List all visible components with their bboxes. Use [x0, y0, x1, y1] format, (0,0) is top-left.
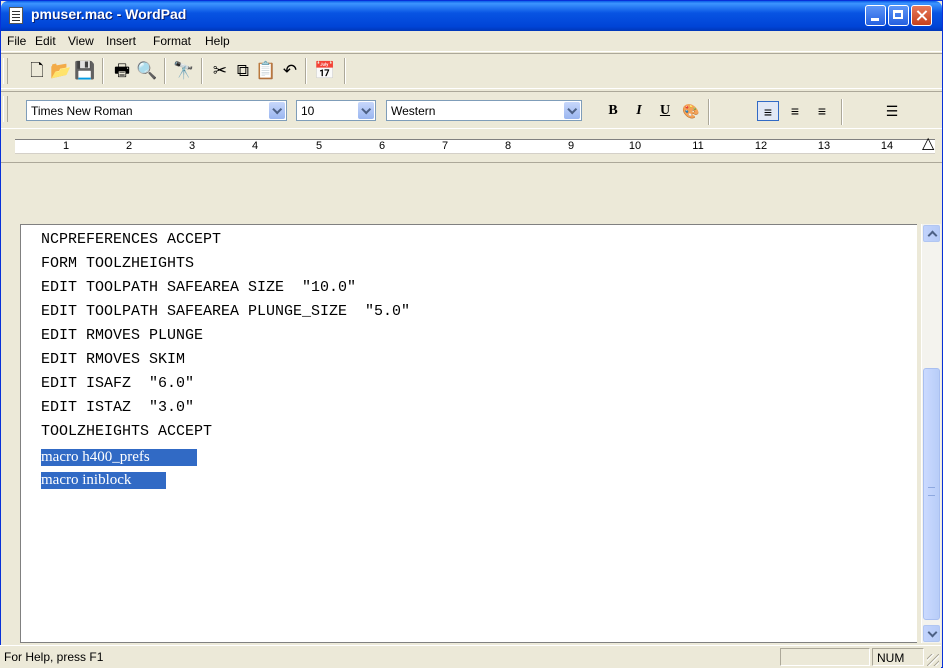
status-pane-num: NUM: [872, 648, 924, 666]
ruler-number: 14: [880, 140, 894, 152]
num-lock-indicator: NUM: [877, 651, 905, 665]
chevron-down-icon[interactable]: [564, 102, 580, 119]
menu-help[interactable]: Help: [205, 34, 230, 48]
ruler-number: 2: [125, 140, 133, 152]
new-icon[interactable]: 🗋: [26, 60, 48, 82]
find-icon[interactable]: 🔭: [173, 60, 195, 82]
underline-button[interactable]: U: [654, 101, 676, 121]
document-line[interactable]: TOOLZHEIGHTS ACCEPT: [41, 423, 212, 440]
chevron-down-icon[interactable]: [358, 102, 374, 119]
selected-line[interactable]: macro iniblock: [41, 472, 166, 489]
ruler-number: 13: [817, 140, 831, 152]
toolbar-separator: [708, 99, 710, 125]
ruler-number: 5: [315, 140, 323, 152]
menu-file[interactable]: File: [7, 34, 26, 48]
font-name-combo[interactable]: Times New Roman: [26, 100, 287, 121]
scroll-up-icon[interactable]: [923, 225, 940, 242]
font-name-value: Times New Roman: [31, 104, 133, 118]
ruler-number: 10: [628, 140, 642, 152]
bold-button[interactable]: B: [602, 101, 624, 121]
print-icon[interactable]: 🖶: [111, 60, 133, 82]
ruler-number: 6: [378, 140, 386, 152]
ruler[interactable]: ⧖ 1 2 3 4 5 6 7 8 9 10 11 12 13 14 △: [1, 129, 942, 163]
document-line[interactable]: EDIT TOOLPATH SAFEAREA PLUNGE_SIZE "5.0": [41, 303, 410, 320]
toolbar-separator: [344, 58, 346, 84]
menu-insert[interactable]: Insert: [106, 34, 136, 48]
bullets-icon[interactable]: ☰: [881, 101, 903, 121]
document-line[interactable]: FORM TOOLZHEIGHTS: [41, 255, 194, 272]
vertical-scrollbar[interactable]: [921, 224, 941, 643]
open-icon[interactable]: 📂: [50, 60, 72, 82]
document-line[interactable]: EDIT TOOLPATH SAFEAREA SIZE "10.0": [41, 279, 356, 296]
close-button[interactable]: [911, 5, 932, 26]
menu-format[interactable]: Format: [153, 34, 191, 48]
resize-grip-icon[interactable]: [927, 654, 939, 666]
chevron-down-icon[interactable]: [269, 102, 285, 119]
undo-icon[interactable]: ↶: [279, 60, 301, 82]
format-toolbar-grip[interactable]: [3, 96, 8, 122]
ruler-number: 4: [251, 140, 259, 152]
font-size-value: 10: [301, 104, 315, 118]
selected-line[interactable]: macro h400_prefs: [41, 449, 197, 466]
toolbar-grip[interactable]: [3, 58, 8, 84]
wordpad-app-icon[interactable]: [9, 7, 23, 24]
align-left-icon[interactable]: ≡: [757, 101, 779, 121]
minimize-button[interactable]: [865, 5, 886, 26]
menu-view[interactable]: View: [68, 34, 94, 48]
toolbar-separator: [201, 58, 203, 84]
font-size-combo[interactable]: 10: [296, 100, 376, 121]
ruler-strip[interactable]: 1 2 3 4 5 6 7 8 9 10 11 12 13 14: [15, 139, 935, 154]
toolbar-separator: [164, 58, 166, 84]
window-title: pmuser.mac - WordPad: [31, 6, 187, 22]
standard-toolbar: 🗋 📂 💾 🖶 🔍 🔭 ✂ ⧉ 📋 ↶ 📅: [1, 53, 942, 89]
document-line[interactable]: NCPREFERENCES ACCEPT: [41, 231, 221, 248]
right-indent-marker-icon[interactable]: △: [922, 136, 934, 152]
status-help-text: For Help, press F1: [4, 650, 104, 664]
format-toolbar: Times New Roman 10 Western B I U 🎨 ≡ ≡ ≡…: [1, 91, 942, 129]
document-line[interactable]: EDIT RMOVES SKIM: [41, 351, 185, 368]
ruler-number: 8: [504, 140, 512, 152]
toolbar-separator: [305, 58, 307, 84]
title-bar[interactable]: pmuser.mac - WordPad: [1, 1, 942, 31]
maximize-button[interactable]: [888, 5, 909, 26]
scroll-thumb[interactable]: [923, 368, 940, 620]
toolbar-separator: [841, 99, 843, 125]
document-line[interactable]: EDIT ISAFZ "6.0": [41, 375, 194, 392]
align-center-icon[interactable]: ≡: [784, 101, 806, 121]
print-preview-icon[interactable]: 🔍: [136, 60, 158, 82]
paste-icon[interactable]: 📋: [255, 60, 277, 82]
document-line[interactable]: EDIT RMOVES PLUNGE: [41, 327, 203, 344]
color-palette-icon[interactable]: 🎨: [680, 101, 702, 121]
cut-icon[interactable]: ✂: [209, 60, 231, 82]
ruler-number: 12: [754, 140, 768, 152]
copy-icon[interactable]: ⧉: [232, 60, 254, 82]
status-pane-empty: [780, 648, 870, 666]
ruler-number: 9: [567, 140, 575, 152]
ruler-number: 11: [692, 140, 704, 152]
toolbar-separator: [102, 58, 104, 84]
scroll-down-icon[interactable]: [923, 625, 940, 642]
align-right-icon[interactable]: ≡: [811, 101, 833, 121]
script-value: Western: [391, 104, 436, 118]
document-editor[interactable]: NCPREFERENCES ACCEPT FORM TOOLZHEIGHTS E…: [20, 224, 917, 643]
document-line[interactable]: EDIT ISTAZ "3.0": [41, 399, 194, 416]
status-bar: For Help, press F1 NUM: [0, 645, 941, 668]
ruler-number: 7: [441, 140, 449, 152]
save-icon[interactable]: 💾: [74, 60, 96, 82]
menu-bar: File Edit View Insert Format Help: [1, 31, 942, 52]
menu-edit[interactable]: Edit: [35, 34, 56, 48]
ruler-number: 1: [62, 140, 70, 152]
italic-button[interactable]: I: [628, 101, 650, 121]
script-combo[interactable]: Western: [386, 100, 582, 121]
date-time-icon[interactable]: 📅: [314, 60, 336, 82]
ruler-number: 3: [188, 140, 196, 152]
